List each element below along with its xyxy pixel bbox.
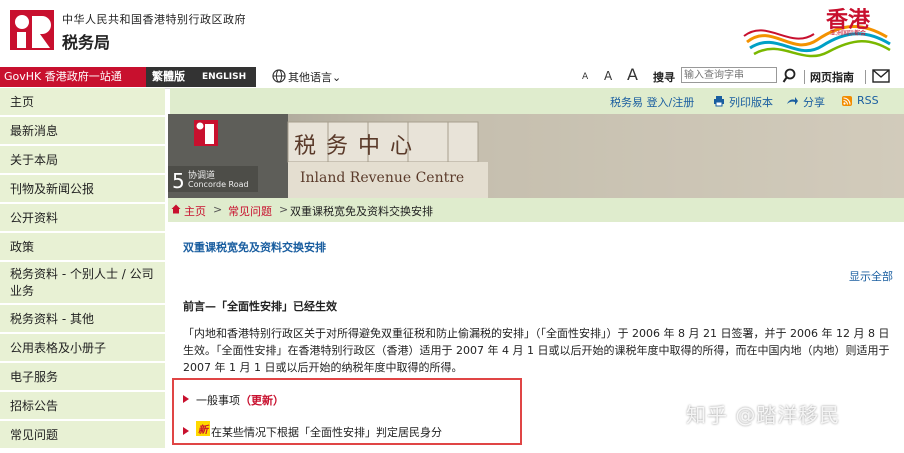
lang-traditional-link[interactable]: 繁體版 (152, 67, 185, 87)
font-size-large-button[interactable]: A (627, 65, 638, 84)
font-size-small-button[interactable]: A (582, 72, 588, 82)
banner-sign-chinese: 税务中心 (294, 134, 423, 159)
chevron-down-icon: ⌄ (332, 71, 342, 84)
sidebar-item-label: 税务资料 - 个别人士 / 公司业务 (10, 267, 154, 298)
sidebar-item-tax-other[interactable]: 税务资料 - 其他 (0, 305, 165, 333)
expand-arrow-icon[interactable] (183, 427, 189, 435)
sidebar-item-label: 政策 (10, 240, 35, 254)
department-name: 税务局 (62, 33, 111, 52)
search-label: 搜寻 (653, 71, 675, 84)
breadcrumb-separator: > (213, 203, 223, 216)
share-icon[interactable] (786, 95, 798, 107)
government-name: 中华人民共和国香港特别行政区政府 (62, 13, 246, 26)
sidebar-item-tax-individual-business[interactable]: 税务资料 - 个别人士 / 公司业务 (0, 262, 165, 304)
printer-icon[interactable] (713, 95, 725, 107)
sidebar-item-label: 常见问题 (10, 428, 59, 442)
sidebar-item-label: 最新消息 (10, 124, 59, 138)
breadcrumb-current: 双重课税宽免及资料交换安排 (290, 205, 433, 218)
expander-label: 在某些情况下根据「全面性安排」判定居民身分 (211, 426, 442, 439)
expand-arrow-icon[interactable] (183, 395, 189, 403)
expander-label: 一般事项 (196, 394, 240, 407)
sidebar-item-forms[interactable]: 公用表格及小册子 (0, 334, 165, 362)
breadcrumb-faq-link[interactable]: 常见问题 (228, 203, 272, 219)
section-heading: 前言—「全面性安排」已经生效 (183, 300, 337, 313)
search-icon[interactable] (782, 67, 800, 85)
watermark-text: 知乎 @踏洋移民 (686, 403, 841, 427)
other-languages-label: 其他语言 (288, 71, 332, 84)
sidebar-item-about[interactable]: 关于本局 (0, 146, 165, 174)
banner-address-number: 5 (172, 169, 185, 193)
new-badge: 新 (196, 421, 210, 436)
expander-residence-determination[interactable]: 在某些情况下根据「全面性安排」判定居民身分 (211, 424, 442, 440)
expander-general-matters[interactable]: 一般事项（更新） (196, 392, 284, 408)
sidebar-item-public-info[interactable]: 公开资料 (0, 204, 165, 232)
banner-image: 税务中心 Inland Revenue Centre 5 协调道 Concord… (168, 114, 904, 198)
sidebar-item-news[interactable]: 最新消息 (0, 117, 165, 145)
sidebar-item-home[interactable]: 主页 (0, 88, 165, 116)
lang-english-link[interactable]: ENGLISH (202, 67, 246, 87)
share-link[interactable]: 分享 (803, 94, 825, 110)
sidebar-item-label: 招标公告 (10, 399, 59, 413)
banner-address-english: Concorde Road (188, 180, 249, 189)
sidebar-item-label: 公开资料 (10, 211, 59, 225)
rss-link[interactable]: RSS (857, 94, 879, 107)
sidebar-item-label: 电子服务 (10, 370, 59, 384)
mail-icon[interactable] (872, 69, 890, 83)
page-title: 双重课税宽免及资料交换安排 (183, 241, 326, 254)
toolbar-divider (804, 70, 805, 84)
print-version-link[interactable]: 列印版本 (729, 94, 773, 110)
sitemap-link[interactable]: 网页指南 (810, 69, 854, 85)
breadcrumb-separator: > (279, 203, 289, 216)
sidebar-nav: 主页 最新消息 关于本局 刊物及新闻公报 公开资料 政策 税务资料 - 个别人士… (0, 88, 165, 453)
language-bar: 繁體版 ENGLISH (146, 67, 256, 87)
show-all-link[interactable]: 显示全部 (849, 268, 893, 284)
sidebar-item-label: 关于本局 (10, 153, 59, 167)
sidebar-item-label: 刊物及新闻公报 (10, 182, 95, 196)
govhk-link[interactable]: GovHK 香港政府一站通 (0, 67, 146, 87)
banner-illustration (168, 114, 904, 198)
sidebar-item-tenders[interactable]: 招标公告 (0, 392, 165, 420)
intro-paragraph: 「内地和香港特别行政区关于对所得避免双重征税和防止偷漏税的安排」（「全面性安排」… (183, 327, 890, 374)
sidebar-item-eservices[interactable]: 电子服务 (0, 363, 165, 391)
globe-icon[interactable] (272, 69, 286, 83)
sidebar-item-label: 公用表格及小册子 (10, 341, 107, 355)
sidebar-item-label: 主页 (10, 95, 35, 109)
search-input[interactable] (681, 67, 777, 83)
update-tag: （更新） (240, 394, 284, 407)
sidebar-item-label: 税务资料 - 其他 (10, 312, 94, 326)
sidebar-item-publications[interactable]: 刊物及新闻公报 (0, 175, 165, 203)
ird-logo[interactable] (10, 10, 54, 50)
rss-icon[interactable] (842, 96, 852, 106)
home-icon[interactable] (171, 204, 181, 214)
etax-login-link[interactable]: 税务易 登入/注册 (610, 94, 694, 110)
other-languages-dropdown[interactable]: 其他语言⌄ (288, 69, 341, 85)
breadcrumb-home-link[interactable]: 主页 (184, 203, 206, 219)
sidebar-item-faq[interactable]: 常见问题 (0, 421, 165, 449)
font-size-medium-button[interactable]: A (604, 69, 612, 83)
sidebar-item-policy[interactable]: 政策 (0, 233, 165, 261)
toolbar-divider (865, 70, 866, 84)
banner-sign-english: Inland Revenue Centre (300, 170, 465, 186)
brand-hk-subtitle: 亚洲国际都会 (830, 30, 867, 37)
